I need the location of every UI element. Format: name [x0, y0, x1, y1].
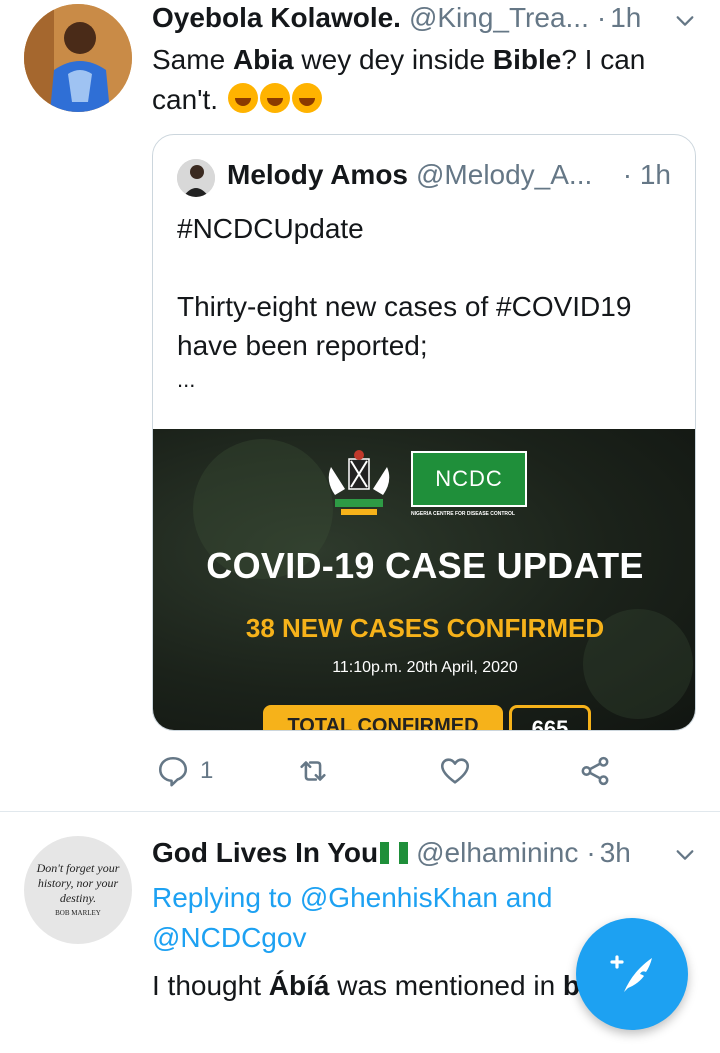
total-confirmed-value: 665 — [509, 705, 591, 730]
quoted-text: #NCDCUpdate Thirty-eight new cases of #C… — [177, 209, 671, 395]
author-handle[interactable]: @King_Trea... — [409, 0, 589, 36]
covid-update-image[interactable]: NCDC NIGERIA CENTRE FOR DISEASE CONTROL … — [153, 429, 695, 730]
replying-prefix: Replying to — [152, 882, 300, 913]
compose-tweet-button[interactable] — [576, 918, 688, 1030]
ncdc-logo-text: NCDC — [435, 466, 503, 491]
coat-of-arms-icon — [328, 450, 390, 515]
reply-button[interactable]: 1 — [156, 748, 213, 794]
quoted-tweet-card[interactable]: Melody Amos @Melody_A... · 1h #NCDCUpdat… — [152, 134, 696, 731]
text-segment: Same — [152, 44, 233, 75]
nigeria-flag-icon — [380, 842, 409, 864]
quoted-header: Melody Amos @Melody_A... · 1h — [227, 155, 671, 195]
laughing-emoji-icon — [259, 83, 290, 113]
tweet-actions: 1 — [152, 748, 612, 794]
laughing-emoji-icon — [291, 83, 322, 113]
quoted-author-name[interactable]: Melody Amos — [227, 155, 408, 195]
avatar-quote-line: history, nor your — [37, 875, 119, 890]
avatar-quote-author: BOB MARLEY — [55, 908, 101, 917]
image-subheadline: 38 NEW CASES CONFIRMED — [245, 613, 605, 643]
avatar-melody[interactable] — [177, 159, 215, 197]
retweet-icon — [300, 761, 326, 781]
text-segment: I thought — [152, 970, 269, 1001]
quoted-author-handle[interactable]: @Melody_A... — [416, 155, 592, 195]
quoted-ellipsis: ... — [177, 367, 196, 392]
share-button[interactable] — [578, 748, 612, 794]
reply-icon — [158, 756, 188, 787]
avatar-photo-icon — [177, 159, 215, 197]
image-date: 11:10p.m. 20th April, 2020 — [332, 659, 518, 676]
image-headline: COVID-19 CASE UPDATE — [206, 545, 644, 586]
avatar-photo-icon — [24, 4, 132, 112]
author-name[interactable]: Oyebola Kolawole. — [152, 0, 401, 36]
timestamp[interactable]: 3h — [600, 835, 631, 871]
text-segment: wey dey inside — [293, 44, 493, 75]
total-confirmed-label: TOTAL CONFIRMED — [263, 705, 503, 730]
text-bold-bible: Bible — [492, 44, 562, 75]
text-segment: was mentioned in — [329, 970, 563, 1001]
text-bold-abia: Ábíá — [268, 970, 330, 1001]
avatar-quote-line: Don't forget your — [36, 860, 120, 875]
ncdc-logo-subtitle: NIGERIA CENTRE FOR DISEASE CONTROL — [411, 511, 515, 517]
timestamp[interactable]: 1h — [610, 0, 641, 36]
quoted-time: 1h — [639, 159, 671, 190]
chevron-down-icon[interactable] — [674, 10, 696, 32]
author-name[interactable]: God Lives In You — [152, 835, 378, 871]
avatar-god-lives-in-you[interactable]: Don't forget your history, nor your dest… — [24, 836, 132, 944]
separator-dot: · — [596, 2, 607, 33]
share-icon — [581, 756, 609, 786]
author-handle[interactable]: @elhamininc — [416, 835, 578, 871]
avatar-oyebola[interactable] — [24, 4, 132, 112]
separator-dot: · — [586, 837, 596, 868]
compose-feather-icon — [610, 955, 652, 992]
tweet-oyebola[interactable]: Oyebola Kolawole. @King_Trea... · 1h Sam… — [0, 0, 720, 812]
tweet-header: Oyebola Kolawole. @King_Trea... · 1h — [152, 0, 700, 36]
separator-dot: · — [622, 159, 633, 190]
avatar-quote-line: destiny. — [59, 890, 97, 905]
ncdc-logo: NCDC — [411, 451, 527, 507]
quoted-timestamp[interactable]: · 1h — [623, 155, 671, 195]
like-button[interactable] — [438, 748, 472, 794]
heart-icon — [440, 758, 470, 784]
tweet-header: God Lives In You @elhamininc · 3h — [152, 835, 700, 871]
chevron-down-icon[interactable] — [674, 844, 696, 866]
text-bold-abia: Abia — [232, 44, 294, 75]
tweet-text: Same Abia wey dey inside Bible? I can ca… — [152, 40, 690, 120]
laughing-emoji-icon — [227, 83, 258, 113]
quoted-body: Thirty-eight new cases of #COVID19 have … — [177, 291, 632, 361]
retweet-button[interactable] — [296, 748, 330, 794]
reply-count: 1 — [200, 757, 214, 784]
hashtag-ncdcupdate[interactable]: #NCDCUpdate — [177, 209, 671, 248]
